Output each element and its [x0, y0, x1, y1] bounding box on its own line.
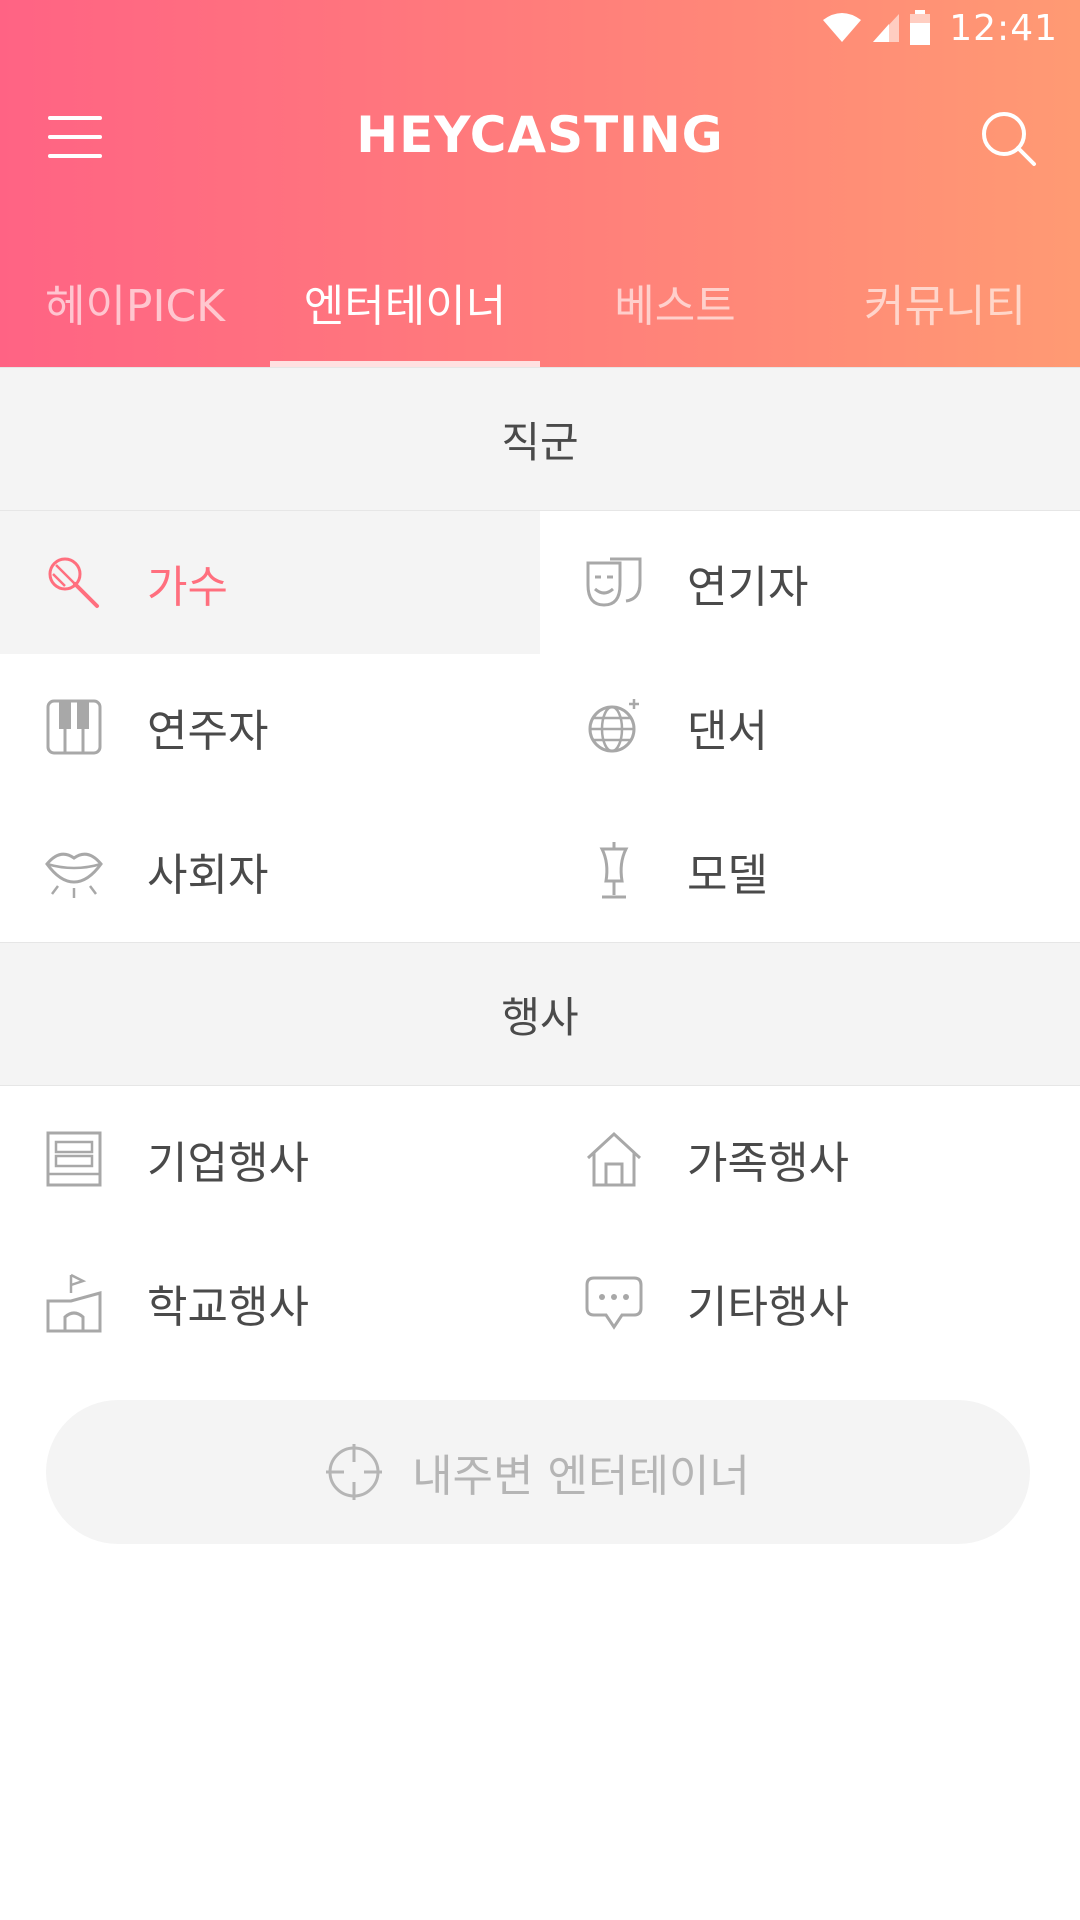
mannequin-icon	[584, 841, 644, 901]
signal-icon	[871, 12, 901, 44]
job-item-label: 연주자	[147, 705, 269, 757]
event-item-etc[interactable]: 기타행사	[540, 1231, 1080, 1374]
job-item-label: 가수	[147, 561, 228, 613]
tab-entertainer[interactable]: 엔터테이너	[270, 252, 540, 367]
tab-bar: 헤이PICK 엔터테이너 베스트 커뮤니티	[0, 252, 1080, 367]
nearby-button-label: 내주변 엔터테이너	[412, 1451, 750, 1502]
house-icon	[584, 1129, 644, 1189]
job-item-dancer[interactable]: 댄서	[540, 655, 1080, 798]
building-icon	[44, 1129, 104, 1189]
event-item-label: 기타행사	[687, 1281, 849, 1333]
event-item-label: 가족행사	[687, 1137, 849, 1189]
disco-ball-icon	[584, 697, 644, 757]
piano-keys-icon	[44, 697, 104, 757]
status-time: 12:41	[949, 7, 1058, 49]
app-bar: HEYCASTING	[0, 56, 1080, 224]
search-icon[interactable]	[980, 110, 1038, 168]
theater-masks-icon	[584, 553, 644, 613]
microphone-icon	[44, 553, 104, 613]
chat-bubble-icon	[584, 1273, 644, 1333]
event-item-label: 학교행사	[147, 1281, 309, 1333]
app-header: 12:41 HEYCASTING 헤이PICK 엔터테이너 베스트 커뮤니티	[0, 0, 1080, 367]
event-item-corporate[interactable]: 기업행사	[0, 1087, 540, 1230]
job-item-mc[interactable]: 사회자	[0, 799, 540, 942]
job-item-label: 모델	[687, 849, 768, 901]
job-item-model[interactable]: 모델	[540, 799, 1080, 942]
tab-heypick[interactable]: 헤이PICK	[0, 252, 270, 367]
nearby-entertainer-button[interactable]: 내주변 엔터테이너	[46, 1400, 1030, 1544]
tab-community[interactable]: 커뮤니티	[810, 252, 1080, 367]
job-item-label: 연기자	[687, 561, 809, 613]
job-item-singer[interactable]: 가수	[0, 511, 540, 654]
job-grid: 가수 연기자 연주자 댄서 사회자 모델	[0, 511, 1080, 943]
job-item-label: 사회자	[147, 849, 269, 901]
school-icon	[44, 1273, 104, 1333]
event-item-family[interactable]: 가족행사	[540, 1087, 1080, 1230]
section-header-job: 직군	[0, 367, 1080, 511]
tab-best[interactable]: 베스트	[540, 252, 810, 367]
job-item-actor[interactable]: 연기자	[540, 511, 1080, 654]
event-item-label: 기업행사	[147, 1137, 309, 1189]
lips-icon	[44, 841, 104, 901]
event-grid: 기업행사 가족행사 학교행사 기타행사	[0, 1087, 1080, 1375]
section-header-event: 행사	[0, 942, 1080, 1086]
job-item-performer[interactable]: 연주자	[0, 655, 540, 798]
event-item-school[interactable]: 학교행사	[0, 1231, 540, 1374]
status-bar: 12:41	[0, 0, 1080, 56]
app-title: HEYCASTING	[356, 106, 724, 164]
crosshair-icon	[326, 1444, 383, 1500]
job-item-label: 댄서	[687, 705, 768, 757]
battery-icon	[909, 10, 931, 46]
wifi-icon	[821, 12, 863, 44]
